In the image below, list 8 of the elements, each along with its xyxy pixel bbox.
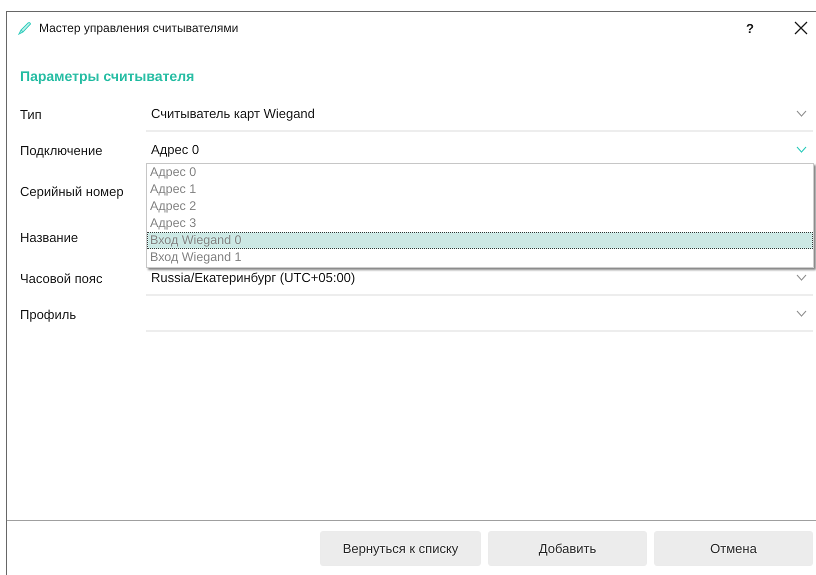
field-label: Часовой пояс [20,270,104,288]
window-title: Мастер управления считывателями [39,21,240,35]
section-title: Параметры считывателя [19,67,196,86]
field-label: Название [20,228,80,246]
field-label: Профиль [20,306,78,324]
field-label: Подключение [20,142,104,160]
field-label: Тип [20,106,43,124]
field-label: Серийный номер [20,182,125,201]
